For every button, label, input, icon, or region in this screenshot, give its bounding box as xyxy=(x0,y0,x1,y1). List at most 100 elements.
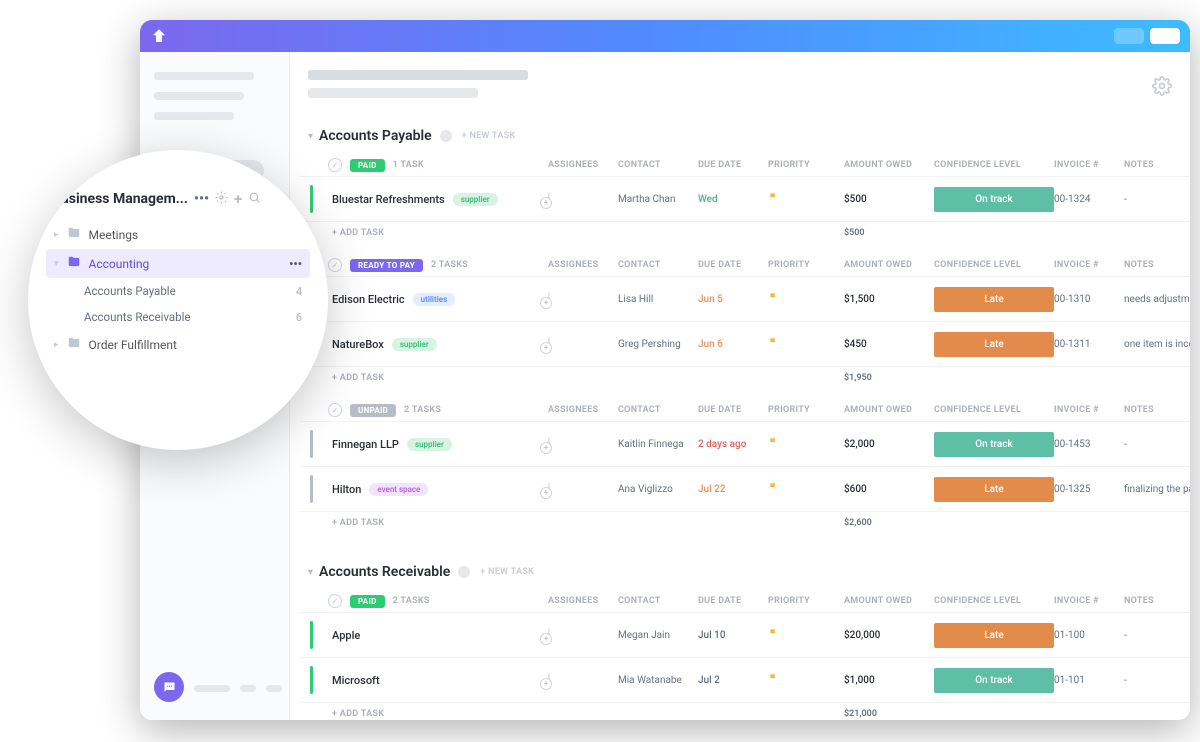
priority-flag-icon[interactable] xyxy=(768,292,844,306)
status-pill[interactable]: UNPAID xyxy=(350,404,396,417)
assignee-avatar-icon[interactable] xyxy=(548,628,550,643)
task-name[interactable]: Finnegan LLPsupplier xyxy=(328,438,548,451)
task-name[interactable]: Apple xyxy=(328,629,548,642)
priority-flag-icon[interactable] xyxy=(768,437,844,451)
priority-flag-icon[interactable] xyxy=(768,337,844,351)
amount-cell[interactable]: $450 xyxy=(844,339,934,350)
search-icon[interactable] xyxy=(248,191,261,208)
amount-cell[interactable]: $1,500 xyxy=(844,294,934,305)
confidence-cell[interactable]: On track xyxy=(934,668,1054,693)
task-tag[interactable]: utilities xyxy=(413,293,456,306)
task-tag[interactable]: supplier xyxy=(407,438,452,451)
status-pill[interactable]: PAID xyxy=(350,595,385,608)
add-task-row[interactable]: + ADD TASK $2,600 xyxy=(300,511,1190,534)
notes-cell[interactable]: - xyxy=(1124,194,1190,205)
assignee-cell[interactable] xyxy=(548,293,618,306)
task-name[interactable]: Edison Electricutilities xyxy=(328,293,548,306)
notes-cell[interactable]: - xyxy=(1124,439,1190,450)
assignee-cell[interactable] xyxy=(548,193,618,206)
due-date-cell[interactable]: Wed xyxy=(698,194,768,205)
contact-cell[interactable]: Martha Chan xyxy=(618,194,698,205)
status-circle-icon[interactable] xyxy=(328,403,342,417)
assignee-avatar-icon[interactable] xyxy=(548,437,550,452)
more-icon[interactable]: ••• xyxy=(289,257,302,271)
confidence-cell[interactable]: Late xyxy=(934,287,1054,312)
priority-flag-icon[interactable] xyxy=(768,482,844,496)
task-name[interactable]: Hiltonevent space xyxy=(328,483,548,496)
due-date-cell[interactable]: Jul 10 xyxy=(698,630,768,641)
space-header[interactable]: Business Managem... ••• + xyxy=(46,190,310,208)
notes-cell[interactable]: one item is inco xyxy=(1124,339,1190,350)
assignee-avatar-icon[interactable] xyxy=(548,673,550,688)
assignee-avatar-icon[interactable] xyxy=(548,337,550,352)
new-task-button[interactable]: + NEW TASK xyxy=(462,131,516,141)
task-row[interactable]: Hiltonevent space Ana Viglizzo Jul 22 $6… xyxy=(300,466,1190,511)
amount-cell[interactable]: $1,000 xyxy=(844,675,934,686)
list-title[interactable]: Accounts Receivable xyxy=(319,564,450,580)
assignee-cell[interactable] xyxy=(548,338,618,351)
invoice-cell[interactable]: 00-1324 xyxy=(1054,194,1124,205)
status-circle-icon[interactable] xyxy=(328,258,342,272)
contact-cell[interactable]: Lisa Hill xyxy=(618,294,698,305)
contact-cell[interactable]: Mia Watanabe xyxy=(618,675,698,686)
confidence-cell[interactable]: Late xyxy=(934,623,1054,648)
notes-cell[interactable]: needs adjustme xyxy=(1124,294,1190,305)
task-row[interactable]: Edison Electricutilities Lisa Hill Jun 5… xyxy=(300,276,1190,321)
sidebar-item-fulfillment[interactable]: ▸ Order Fulfillment xyxy=(46,330,310,359)
invoice-cell[interactable]: 00-1310 xyxy=(1054,294,1124,305)
task-tag[interactable]: supplier xyxy=(453,193,498,206)
task-tag[interactable]: supplier xyxy=(392,338,437,351)
assignee-avatar-icon[interactable] xyxy=(548,482,550,497)
assignee-cell[interactable] xyxy=(548,438,618,451)
assignee-cell[interactable] xyxy=(548,674,618,687)
sidebar-item-meetings[interactable]: ▸ Meetings xyxy=(46,220,310,249)
plus-icon[interactable]: + xyxy=(234,190,242,208)
due-date-cell[interactable]: 2 days ago xyxy=(698,439,768,450)
more-icon[interactable]: ••• xyxy=(194,191,209,207)
sidebar-item-accounting[interactable]: ▾ Accounting ••• xyxy=(46,249,310,278)
collapse-icon[interactable]: ▾ xyxy=(308,131,313,142)
status-pill[interactable]: PAID xyxy=(350,159,385,172)
amount-cell[interactable]: $20,000 xyxy=(844,630,934,641)
add-task-row[interactable]: + ADD TASK $21,000 xyxy=(300,702,1190,720)
topbar-button-1[interactable] xyxy=(1114,28,1144,44)
invoice-cell[interactable]: 00-1453 xyxy=(1054,439,1124,450)
task-row[interactable]: NatureBoxsupplier Greg Pershing Jun 6 $4… xyxy=(300,321,1190,366)
assignee-avatar-icon[interactable] xyxy=(548,192,550,207)
contact-cell[interactable]: Kaitlin Finnega xyxy=(618,439,698,450)
contact-cell[interactable]: Megan Jain xyxy=(618,630,698,641)
add-task-row[interactable]: + ADD TASK $500 xyxy=(300,221,1190,244)
invoice-cell[interactable]: 00-1325 xyxy=(1054,484,1124,495)
info-icon[interactable] xyxy=(458,566,470,578)
task-name[interactable]: Microsoft xyxy=(328,674,548,687)
confidence-cell[interactable]: On track xyxy=(934,432,1054,457)
topbar-button-2[interactable] xyxy=(1150,28,1180,44)
invoice-cell[interactable]: 01-100 xyxy=(1054,630,1124,641)
info-icon[interactable] xyxy=(440,130,452,142)
status-circle-icon[interactable] xyxy=(328,158,342,172)
priority-flag-icon[interactable] xyxy=(768,192,844,206)
settings-icon[interactable] xyxy=(215,191,228,208)
add-task-row[interactable]: + ADD TASK $1,950 xyxy=(300,366,1190,389)
task-name[interactable]: Bluestar Refreshmentssupplier xyxy=(328,193,548,206)
status-circle-icon[interactable] xyxy=(328,594,342,608)
priority-flag-icon[interactable] xyxy=(768,628,844,642)
add-task-label[interactable]: + ADD TASK xyxy=(328,228,548,238)
notes-cell[interactable]: - xyxy=(1124,630,1190,641)
task-row[interactable]: Finnegan LLPsupplier Kaitlin Finnega 2 d… xyxy=(300,421,1190,466)
due-date-cell[interactable]: Jul 2 xyxy=(698,675,768,686)
due-date-cell[interactable]: Jun 5 xyxy=(698,294,768,305)
chat-fab[interactable] xyxy=(154,672,184,702)
assignee-cell[interactable] xyxy=(548,483,618,496)
status-pill[interactable]: READY TO PAY xyxy=(350,259,423,272)
notes-cell[interactable]: - xyxy=(1124,675,1190,686)
invoice-cell[interactable]: 01-101 xyxy=(1054,675,1124,686)
contact-cell[interactable]: Ana Viglizzo xyxy=(618,484,698,495)
task-row[interactable]: Bluestar Refreshmentssupplier Martha Cha… xyxy=(300,176,1190,221)
assignee-cell[interactable] xyxy=(548,629,618,642)
contact-cell[interactable]: Greg Pershing xyxy=(618,339,698,350)
task-row[interactable]: Microsoft Mia Watanabe Jul 2 $1,000 On t… xyxy=(300,657,1190,702)
confidence-cell[interactable]: On track xyxy=(934,187,1054,212)
sidebar-sublist-payable[interactable]: Accounts Payable 4 xyxy=(46,278,310,304)
confidence-cell[interactable]: Late xyxy=(934,477,1054,502)
